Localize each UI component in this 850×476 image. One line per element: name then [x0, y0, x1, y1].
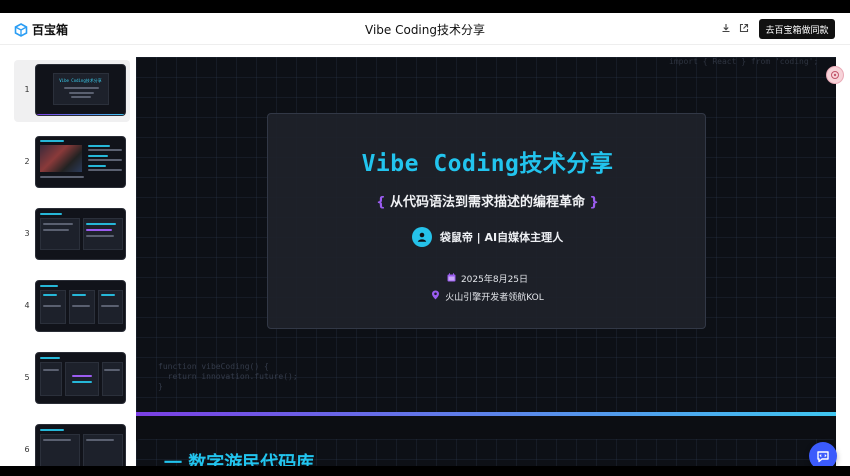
author-name: 袋鼠帝 | AI自媒体主理人: [439, 231, 564, 244]
author-row: 袋鼠帝 | AI自媒体主理人: [268, 227, 707, 247]
thumbnail-item-4[interactable]: 4: [14, 276, 130, 338]
thumbnail-number: 1: [24, 85, 30, 94]
download-icon[interactable]: [720, 22, 732, 34]
slide-viewer[interactable]: import { React } from 'coding'; function…: [136, 57, 836, 466]
next-slide-title: 一 数字游民代码库: [164, 453, 315, 466]
thumbnail-item-1[interactable]: 1 Vibe Coding技术分享: [14, 60, 130, 122]
thumbnail-item-6[interactable]: 6: [14, 420, 130, 466]
subtitle-brace-open: {: [376, 195, 386, 210]
user-avatar-icon: [411, 227, 432, 247]
thumbnail-number: 6: [24, 445, 30, 454]
thumbnail-number: 3: [24, 229, 30, 238]
next-slide-preview: 一 数字游民代码库: [136, 439, 836, 466]
thumbnail-number: 4: [24, 301, 30, 310]
event-date: 2025年8月25日: [460, 275, 529, 285]
slide-thumbnail-panel: 1 Vibe Coding技术分享 2 3 4 5 6: [0, 45, 136, 466]
thumbnail-item-2[interactable]: 2: [14, 132, 130, 194]
calendar-icon: [447, 272, 456, 285]
top-bar: 百宝箱 Vibe Coding技术分享 去百宝箱做同款: [0, 13, 850, 45]
letterbox-top: [0, 0, 850, 13]
thumbnail-preview: Vibe Coding技术分享: [35, 64, 126, 116]
floating-helper-icon[interactable]: [826, 66, 844, 84]
code-line-3: }: [158, 382, 163, 391]
subtitle-brace-close: }: [589, 195, 599, 210]
code-line-2: return innovation.future();: [158, 372, 298, 381]
date-row: 2025年8月25日: [268, 272, 707, 285]
thumbnail-preview: [35, 136, 126, 188]
thumbnail-preview: [35, 208, 126, 260]
slide-title: Vibe Coding技术分享: [361, 151, 614, 177]
code-line-1: function vibeCoding() {: [158, 362, 269, 371]
thumbnail-number: 2: [24, 157, 30, 166]
subtitle-text: 从代码语法到需求描述的编程革命: [389, 195, 585, 210]
chat-assistant-button[interactable]: [809, 442, 837, 466]
title-card: Vibe Coding技术分享 { 从代码语法到需求描述的编程革命 } 袋鼠帝 …: [267, 113, 706, 329]
event-location: 火山引擎开发者领航KOL: [445, 293, 544, 303]
location-pin-icon: [431, 290, 440, 303]
thumbnail-title: Vibe Coding技术分享: [59, 78, 102, 83]
slide-subtitle: { 从代码语法到需求描述的编程革命 }: [268, 191, 707, 210]
letterbox-bottom: [0, 466, 850, 476]
decorative-code-bottom: function vibeCoding() { return innovatio…: [158, 362, 298, 392]
thumbnail-preview: [35, 352, 126, 404]
app-window: 百宝箱 Vibe Coding技术分享 去百宝箱做同款 1 Vibe Codin…: [0, 13, 850, 466]
current-slide: import { React } from 'coding'; function…: [136, 57, 836, 416]
thumbnail-item-5[interactable]: 5: [14, 348, 130, 410]
make-same-button[interactable]: 去百宝箱做同款: [759, 19, 835, 39]
external-link-icon[interactable]: [738, 22, 750, 34]
thumbnail-preview: [35, 280, 126, 332]
thumbnail-number: 5: [24, 373, 30, 382]
slide-accent-bar: [136, 412, 836, 416]
location-row: 火山引擎开发者领航KOL: [268, 290, 707, 303]
thumbnail-item-3[interactable]: 3: [14, 204, 130, 266]
thumbnail-preview: [35, 424, 126, 466]
decorative-code-top: import { React } from 'coding';: [669, 57, 819, 66]
